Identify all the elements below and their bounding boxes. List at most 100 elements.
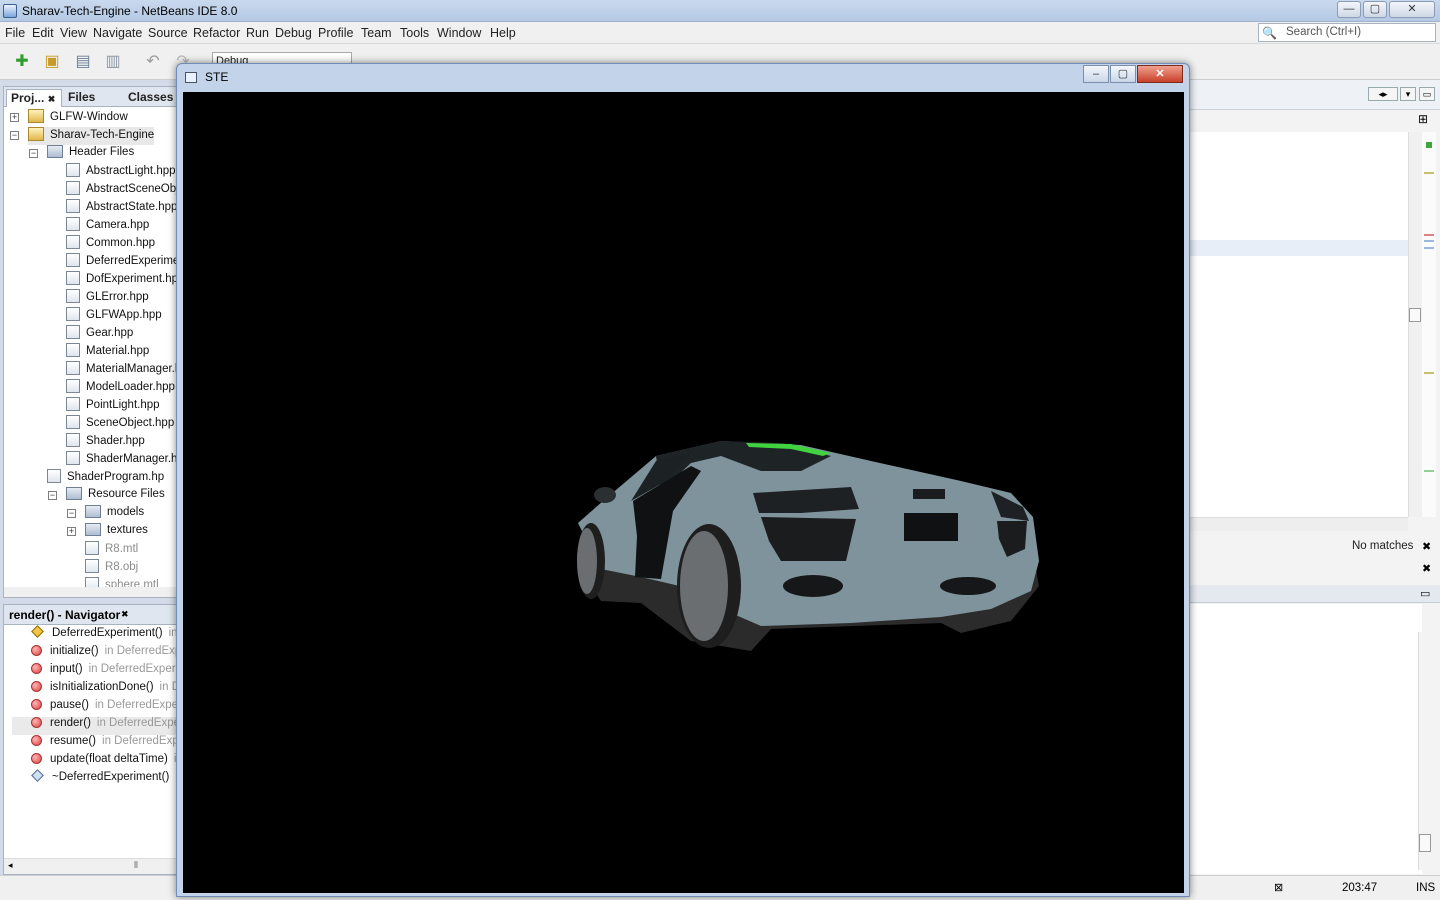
minimize-button[interactable]: — xyxy=(1337,1,1361,18)
tree-file-item[interactable]: R8.mtl xyxy=(85,541,138,559)
tree-file-item[interactable]: ModelLoader.hpp xyxy=(66,379,175,397)
menu-refactor[interactable]: Refactor xyxy=(193,26,240,40)
navigator-item[interactable]: initialize() in DeferredExpe xyxy=(12,645,188,663)
undo-icon[interactable]: ↶ xyxy=(142,52,164,72)
menu-source[interactable]: Source xyxy=(148,26,188,40)
render-viewport[interactable] xyxy=(183,92,1184,893)
tree-file-item[interactable]: ShaderManager.hp xyxy=(66,451,184,469)
netbeans-app-icon xyxy=(3,4,17,18)
menu-run[interactable]: Run xyxy=(246,26,269,40)
collapse-icon[interactable]: − xyxy=(48,491,57,500)
tree-file-item[interactable]: R8.obj xyxy=(85,559,138,577)
expand-icon[interactable]: + xyxy=(10,113,19,122)
menu-file[interactable]: File xyxy=(5,26,25,40)
tree-file-item[interactable]: Gear.hpp xyxy=(66,325,133,343)
file-icon xyxy=(66,433,80,447)
editor-scroll-thumb[interactable] xyxy=(1409,308,1421,322)
maximize-button[interactable]: ▢ xyxy=(1363,1,1387,18)
open-project-icon[interactable]: ▤ xyxy=(72,52,94,72)
editor-vertical-scrollbar[interactable] xyxy=(1408,132,1422,517)
tree-file-item[interactable]: PointLight.hpp xyxy=(66,397,160,415)
save-all-icon[interactable]: ▥ xyxy=(102,52,124,72)
new-project-icon[interactable]: ▣ xyxy=(41,52,63,72)
menu-team[interactable]: Team xyxy=(361,26,392,40)
navigator-item[interactable]: isInitializationDone() in De xyxy=(12,681,186,699)
tree-file-item[interactable]: Material.hpp xyxy=(66,343,149,361)
close-button[interactable]: ✕ xyxy=(1389,1,1435,18)
tree-horizontal-scrollbar[interactable] xyxy=(4,587,177,597)
menu-window[interactable]: Window xyxy=(437,26,481,40)
ste-maximize-button[interactable]: ▢ xyxy=(1110,65,1136,83)
tree-folder-item[interactable]: Resource Files xyxy=(66,487,165,505)
menu-help[interactable]: Help xyxy=(490,26,516,40)
collapse-icon[interactable]: − xyxy=(67,509,76,518)
menu-profile[interactable]: Profile xyxy=(318,26,353,40)
stripe-mark xyxy=(1424,172,1434,174)
tree-project-item[interactable]: GLFW-Window xyxy=(28,109,128,127)
navigator-item-name: render() xyxy=(50,717,91,729)
search-field[interactable]: 🔍▾ Search (Ctrl+I) xyxy=(1258,23,1436,54)
menu-tools[interactable]: Tools xyxy=(400,26,429,40)
close-tab-icon[interactable]: ✖ xyxy=(48,94,56,104)
new-file-icon[interactable]: ✚ xyxy=(11,52,33,72)
close-navigator-icon[interactable]: ✖ xyxy=(121,609,129,620)
navigator-item[interactable]: DeferredExperiment()in D xyxy=(12,625,189,645)
tree-file-item[interactable]: Shader.hpp xyxy=(66,433,145,451)
tree-file-item[interactable]: AbstractLight.hpp xyxy=(66,163,176,181)
scroll-left-icon[interactable]: ◂ xyxy=(8,860,13,871)
navigator-item[interactable]: render() in DeferredExper xyxy=(12,717,184,735)
tree-project-item[interactable]: Sharav-Tech-Engine xyxy=(28,127,155,145)
tree-file-item[interactable]: SceneObject.hpp xyxy=(66,415,174,433)
stripe-mark xyxy=(1424,247,1434,249)
tree-file-item[interactable]: AbstractState.hpp xyxy=(66,199,177,217)
minimize-output-icon[interactable]: ▭ xyxy=(1420,587,1430,600)
tree-folder-item[interactable]: models xyxy=(85,505,144,523)
navigator-item[interactable]: resume() in DeferredExpe xyxy=(12,735,185,753)
close-pane-icon[interactable]: ✖ xyxy=(1422,562,1431,575)
navigator-item[interactable]: pause() in DeferredExpen xyxy=(12,699,185,717)
navigator-item[interactable]: ~DeferredExperiment()in xyxy=(12,769,184,789)
file-icon xyxy=(66,289,80,303)
maximize-editor-icon[interactable]: ▭ xyxy=(1419,87,1435,101)
tree-item-label: GLFWApp.hpp xyxy=(86,309,162,321)
close-find-icon[interactable]: ✖ xyxy=(1422,540,1431,553)
tree-file-item[interactable]: MaterialManager.h xyxy=(66,361,181,379)
tab-files[interactable]: Files xyxy=(64,89,99,107)
tree-file-item[interactable]: GLError.hpp xyxy=(66,289,149,307)
tree-file-item[interactable]: Common.hpp xyxy=(66,235,155,253)
stripe-mark xyxy=(1424,470,1434,472)
scroll-grip-icon[interactable]: ⦀ xyxy=(134,860,138,871)
menu-edit[interactable]: Edit xyxy=(32,26,54,40)
tree-file-item[interactable]: DofExperiment.hpp xyxy=(66,271,184,289)
tab-classes[interactable]: Classes xyxy=(124,89,177,107)
tree-file-item[interactable]: GLFWApp.hpp xyxy=(66,307,162,325)
menu-view[interactable]: View xyxy=(60,26,87,40)
editor-horizontal-scrollbar[interactable] xyxy=(1190,517,1408,531)
collapse-icon[interactable]: − xyxy=(29,149,38,158)
scroll-tabs-icon[interactable]: ◂▸ xyxy=(1368,87,1398,101)
code-editor[interactable] xyxy=(1190,132,1408,517)
navigator-item[interactable]: input() in DeferredExperim xyxy=(12,663,188,681)
tree-folder-item[interactable]: Header Files xyxy=(47,145,134,163)
tree-item-label: Resource Files xyxy=(88,488,165,500)
file-icon xyxy=(66,451,80,465)
output-scroll-thumb[interactable] xyxy=(1419,834,1431,852)
ste-minimize-button[interactable]: – xyxy=(1083,65,1109,83)
tree-file-item[interactable]: AbstractSceneObj xyxy=(66,181,179,199)
tree-item-label: ModelLoader.hpp xyxy=(86,381,175,393)
navigator-item-context: in DeferredExper xyxy=(96,717,184,729)
tree-file-item[interactable]: Camera.hpp xyxy=(66,217,149,235)
split-editor-icon[interactable]: ⊞ xyxy=(1418,112,1428,126)
expand-icon[interactable]: + xyxy=(67,527,76,536)
navigator-scrollbar[interactable]: ◂ ⦀ xyxy=(4,858,177,874)
show-documents-icon[interactable]: ▾ xyxy=(1400,87,1416,101)
menu-debug[interactable]: Debug xyxy=(275,26,312,40)
collapse-icon[interactable]: − xyxy=(10,131,19,140)
tree-file-item[interactable]: DeferredExperimer xyxy=(66,253,183,271)
tab-projects[interactable]: Proj... ✖ xyxy=(6,89,62,107)
ste-close-button[interactable]: ✕ xyxy=(1137,65,1183,83)
menu-navigate[interactable]: Navigate xyxy=(93,26,142,40)
notifications-icon[interactable]: ⊠ xyxy=(1274,881,1283,894)
tree-file-item[interactable]: ShaderProgram.hp xyxy=(47,469,164,487)
tree-folder-item[interactable]: textures xyxy=(85,523,148,541)
